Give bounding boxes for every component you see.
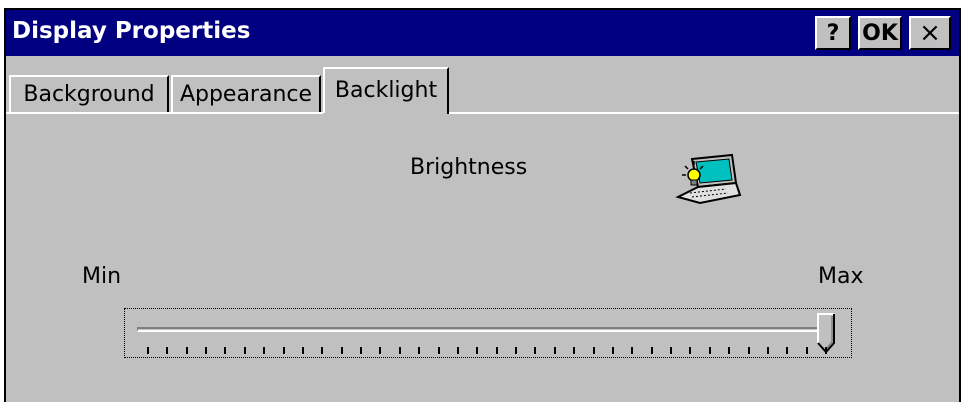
slider-tick [689,347,692,354]
slider-tick [766,347,769,354]
tab-panel-border [6,112,959,114]
slider-tick [805,347,808,354]
slider-tick [650,347,653,354]
slider-tick [360,347,363,354]
slider-tick [456,347,459,354]
slider-tick [670,347,673,354]
window-title: Display Properties [12,18,251,44]
slider-tick [592,347,595,354]
slider-tick [282,347,285,354]
slider-tick [166,347,169,354]
slider-tick [379,347,382,354]
brightness-label: Brightness [410,155,528,180]
slider-tick [631,347,634,354]
tab-backlight[interactable]: Backlight [323,67,449,117]
ok-button[interactable]: OK [858,16,902,50]
tab-background[interactable]: Background [9,75,169,113]
tab-row: Background Appearance Backlight [6,64,959,117]
slider-max-label: Max [818,264,864,289]
brightness-slider[interactable] [124,308,852,358]
close-button[interactable]: × [909,16,951,50]
slider-tick [437,347,440,354]
slider-tick [321,347,324,354]
slider-min-label: Min [82,264,122,289]
slider-tick [611,347,614,354]
slider-tick [185,347,188,354]
slider-tick [495,347,498,354]
slider-tick [515,347,518,354]
slider-tick [398,347,401,354]
slider-tick [708,347,711,354]
laptop-backlight-icon [675,153,742,205]
slider-tick [147,347,149,354]
slider-tick [534,347,537,354]
slider-ticks [125,347,853,357]
slider-tick [728,347,731,354]
slider-tick [747,347,750,354]
slider-tick [418,347,421,354]
slider-tick [553,347,556,354]
slider-tick [573,347,576,354]
display-properties-window: Display Properties ? OK × Background App… [4,8,961,402]
slider-tick [340,347,343,354]
slider-tick [243,347,246,354]
help-button[interactable]: ? [815,16,851,50]
tab-appearance[interactable]: Appearance [171,75,321,113]
slider-tick [205,347,208,354]
slider-tick [224,347,227,354]
slider-tick [476,347,479,354]
slider-tick [825,347,827,354]
slider-track[interactable] [137,327,827,332]
slider-tick [263,347,266,354]
title-bar[interactable]: Display Properties ? OK × [6,10,959,56]
slider-tick [301,347,304,354]
slider-tick [786,347,789,354]
